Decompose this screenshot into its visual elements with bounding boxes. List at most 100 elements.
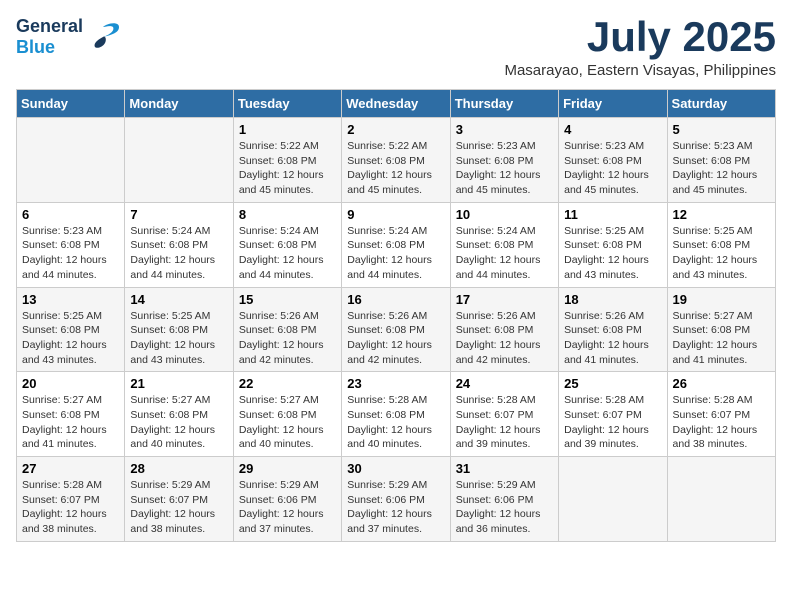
logo-bird-icon [85, 19, 121, 55]
day-info: Sunrise: 5:23 AM Sunset: 6:08 PM Dayligh… [456, 139, 553, 198]
day-info: Sunrise: 5:26 AM Sunset: 6:08 PM Dayligh… [347, 309, 444, 368]
col-header-saturday: Saturday [667, 90, 775, 118]
day-cell: 17 Sunrise: 5:26 AM Sunset: 6:08 PM Dayli… [450, 287, 558, 372]
day-number: 18 [564, 292, 661, 307]
week-row-4: 20 Sunrise: 5:27 AM Sunset: 6:08 PM Dayli… [17, 372, 776, 457]
col-header-friday: Friday [559, 90, 667, 118]
day-info: Sunrise: 5:23 AM Sunset: 6:08 PM Dayligh… [673, 139, 770, 198]
day-info: Sunrise: 5:29 AM Sunset: 6:06 PM Dayligh… [239, 478, 336, 537]
day-info: Sunrise: 5:24 AM Sunset: 6:08 PM Dayligh… [239, 224, 336, 283]
day-number: 15 [239, 292, 336, 307]
day-cell: 24Sunrise: 5:28 AM Sunset: 6:07 PM Dayli… [450, 372, 558, 457]
day-number: 5 [673, 122, 770, 137]
day-cell: 31Sunrise: 5:29 AM Sunset: 6:06 PM Dayli… [450, 457, 558, 542]
day-cell: 11 Sunrise: 5:25 AM Sunset: 6:08 PM Dayli… [559, 202, 667, 287]
day-cell: 18 Sunrise: 5:26 AM Sunset: 6:08 PM Dayli… [559, 287, 667, 372]
col-header-wednesday: Wednesday [342, 90, 450, 118]
day-info: Sunrise: 5:23 AM Sunset: 6:08 PM Dayligh… [22, 224, 119, 283]
day-number: 6 [22, 207, 119, 222]
day-cell: 10Sunrise: 5:24 AM Sunset: 6:08 PM Dayli… [450, 202, 558, 287]
day-cell [559, 457, 667, 542]
day-number: 27 [22, 461, 119, 476]
day-info: Sunrise: 5:23 AM Sunset: 6:08 PM Dayligh… [564, 139, 661, 198]
day-info: Sunrise: 5:26 AM Sunset: 6:08 PM Dayligh… [456, 309, 553, 368]
day-info: Sunrise: 5:25 AM Sunset: 6:08 PM Dayligh… [564, 224, 661, 283]
day-number: 9 [347, 207, 444, 222]
logo: General Blue [16, 16, 121, 58]
calendar-table: SundayMondayTuesdayWednesdayThursdayFrid… [16, 89, 776, 542]
day-number: 7 [130, 207, 227, 222]
day-number: 26 [673, 376, 770, 391]
location-subtitle: Masarayao, Eastern Visayas, Philippines [504, 62, 776, 79]
day-info: Sunrise: 5:25 AM Sunset: 6:08 PM Dayligh… [673, 224, 770, 283]
day-cell: 20 Sunrise: 5:27 AM Sunset: 6:08 PM Dayli… [17, 372, 125, 457]
day-number: 13 [22, 292, 119, 307]
day-info: Sunrise: 5:24 AM Sunset: 6:08 PM Dayligh… [347, 224, 444, 283]
day-info: Sunrise: 5:28 AM Sunset: 6:07 PM Dayligh… [22, 478, 119, 537]
header-row: SundayMondayTuesdayWednesdayThursdayFrid… [17, 90, 776, 118]
day-number: 20 [22, 376, 119, 391]
day-cell: 25 Sunrise: 5:28 AM Sunset: 6:07 PM Dayli… [559, 372, 667, 457]
day-info: Sunrise: 5:28 AM Sunset: 6:08 PM Dayligh… [347, 393, 444, 452]
col-header-sunday: Sunday [17, 90, 125, 118]
day-cell: 16 Sunrise: 5:26 AM Sunset: 6:08 PM Dayli… [342, 287, 450, 372]
day-cell: 29Sunrise: 5:29 AM Sunset: 6:06 PM Dayli… [233, 457, 341, 542]
day-info: Sunrise: 5:29 AM Sunset: 6:06 PM Dayligh… [347, 478, 444, 537]
day-cell [17, 118, 125, 203]
col-header-tuesday: Tuesday [233, 90, 341, 118]
day-cell: 5 Sunrise: 5:23 AM Sunset: 6:08 PM Daylig… [667, 118, 775, 203]
day-number: 25 [564, 376, 661, 391]
day-number: 17 [456, 292, 553, 307]
day-cell: 19 Sunrise: 5:27 AM Sunset: 6:08 PM Dayli… [667, 287, 775, 372]
day-number: 16 [347, 292, 444, 307]
day-info: Sunrise: 5:27 AM Sunset: 6:08 PM Dayligh… [130, 393, 227, 452]
page-header: General Blue July 2025 Masarayao, Easter… [16, 16, 776, 79]
title-block: July 2025 Masarayao, Eastern Visayas, Ph… [504, 16, 776, 79]
day-cell: 14Sunrise: 5:25 AM Sunset: 6:08 PM Dayli… [125, 287, 233, 372]
day-cell: 1Sunrise: 5:22 AM Sunset: 6:08 PM Daylig… [233, 118, 341, 203]
day-cell: 9 Sunrise: 5:24 AM Sunset: 6:08 PM Daylig… [342, 202, 450, 287]
month-title: July 2025 [504, 16, 776, 58]
logo-general-text: General [16, 16, 83, 36]
day-cell: 15Sunrise: 5:26 AM Sunset: 6:08 PM Dayli… [233, 287, 341, 372]
day-info: Sunrise: 5:26 AM Sunset: 6:08 PM Dayligh… [564, 309, 661, 368]
day-cell: 22Sunrise: 5:27 AM Sunset: 6:08 PM Dayli… [233, 372, 341, 457]
day-info: Sunrise: 5:27 AM Sunset: 6:08 PM Dayligh… [673, 309, 770, 368]
week-row-2: 6 Sunrise: 5:23 AM Sunset: 6:08 PM Daylig… [17, 202, 776, 287]
col-header-thursday: Thursday [450, 90, 558, 118]
day-info: Sunrise: 5:27 AM Sunset: 6:08 PM Dayligh… [22, 393, 119, 452]
day-number: 28 [130, 461, 227, 476]
day-number: 21 [130, 376, 227, 391]
day-number: 22 [239, 376, 336, 391]
day-cell: 26Sunrise: 5:28 AM Sunset: 6:07 PM Dayli… [667, 372, 775, 457]
day-info: Sunrise: 5:28 AM Sunset: 6:07 PM Dayligh… [456, 393, 553, 452]
day-number: 19 [673, 292, 770, 307]
day-info: Sunrise: 5:25 AM Sunset: 6:08 PM Dayligh… [130, 309, 227, 368]
week-row-3: 13 Sunrise: 5:25 AM Sunset: 6:08 PM Dayli… [17, 287, 776, 372]
day-info: Sunrise: 5:24 AM Sunset: 6:08 PM Dayligh… [130, 224, 227, 283]
day-number: 11 [564, 207, 661, 222]
day-cell: 12 Sunrise: 5:25 AM Sunset: 6:08 PM Dayli… [667, 202, 775, 287]
day-number: 31 [456, 461, 553, 476]
day-number: 12 [673, 207, 770, 222]
week-row-1: 1Sunrise: 5:22 AM Sunset: 6:08 PM Daylig… [17, 118, 776, 203]
day-cell [667, 457, 775, 542]
day-info: Sunrise: 5:29 AM Sunset: 6:07 PM Dayligh… [130, 478, 227, 537]
day-number: 2 [347, 122, 444, 137]
day-cell: 4Sunrise: 5:23 AM Sunset: 6:08 PM Daylig… [559, 118, 667, 203]
day-info: Sunrise: 5:25 AM Sunset: 6:08 PM Dayligh… [22, 309, 119, 368]
day-cell: 27 Sunrise: 5:28 AM Sunset: 6:07 PM Dayli… [17, 457, 125, 542]
logo-blue-text: Blue [16, 37, 55, 57]
day-number: 8 [239, 207, 336, 222]
col-header-monday: Monday [125, 90, 233, 118]
day-cell: 2 Sunrise: 5:22 AM Sunset: 6:08 PM Daylig… [342, 118, 450, 203]
day-cell: 3 Sunrise: 5:23 AM Sunset: 6:08 PM Daylig… [450, 118, 558, 203]
day-number: 30 [347, 461, 444, 476]
day-info: Sunrise: 5:22 AM Sunset: 6:08 PM Dayligh… [347, 139, 444, 198]
day-number: 3 [456, 122, 553, 137]
day-cell: 28 Sunrise: 5:29 AM Sunset: 6:07 PM Dayli… [125, 457, 233, 542]
day-info: Sunrise: 5:28 AM Sunset: 6:07 PM Dayligh… [564, 393, 661, 452]
day-cell: 6 Sunrise: 5:23 AM Sunset: 6:08 PM Daylig… [17, 202, 125, 287]
day-cell: 21 Sunrise: 5:27 AM Sunset: 6:08 PM Dayli… [125, 372, 233, 457]
day-cell: 23Sunrise: 5:28 AM Sunset: 6:08 PM Dayli… [342, 372, 450, 457]
